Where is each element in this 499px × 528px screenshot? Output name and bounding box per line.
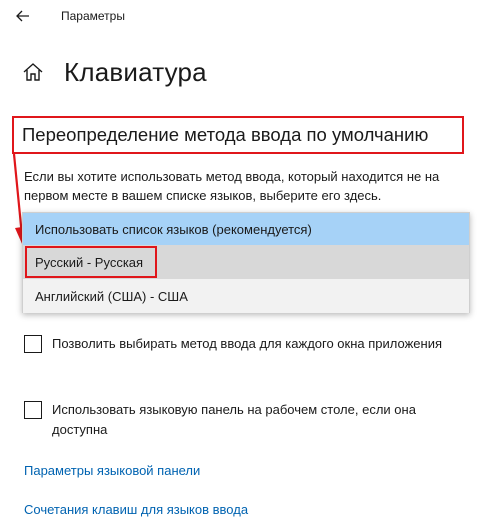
page-title: Клавиатура [64, 57, 207, 87]
dropdown-option-label: Русский - Русская [35, 254, 144, 270]
per-app-input-method-checkbox[interactable] [24, 335, 42, 353]
dropdown-option-english-us[interactable]: Английский (США) - США [23, 279, 469, 313]
desktop-language-bar-checkbox[interactable] [24, 401, 42, 419]
dropdown-option-language-list[interactable]: Использовать список языков (рекомендуетс… [23, 213, 469, 245]
window-title: Параметры [61, 9, 125, 23]
back-arrow-icon [16, 10, 29, 22]
back-button[interactable] [12, 6, 34, 26]
desktop-language-bar-label: Использовать языковую панель на рабочем … [52, 402, 416, 437]
section-heading: Переопределение метода ввода по умолчани… [22, 124, 429, 145]
input-method-dropdown[interactable]: Использовать список языков (рекомендуетс… [22, 212, 470, 313]
language-bar-options-link[interactable]: Параметры языковой панели [24, 463, 200, 478]
dropdown-option-label: Использовать список языков (рекомендуетс… [35, 221, 312, 237]
dropdown-option-russian[interactable]: Русский - Русская [23, 245, 469, 279]
section-description: Если вы хотите использовать метод ввода,… [24, 169, 440, 203]
input-language-hotkeys-link[interactable]: Сочетания клавиш для языков ввода [24, 502, 248, 517]
dropdown-option-label: Английский (США) - США [35, 288, 188, 304]
home-icon[interactable] [22, 61, 44, 83]
per-app-input-method-label: Позволить выбирать метод ввода для каждо… [52, 336, 442, 351]
